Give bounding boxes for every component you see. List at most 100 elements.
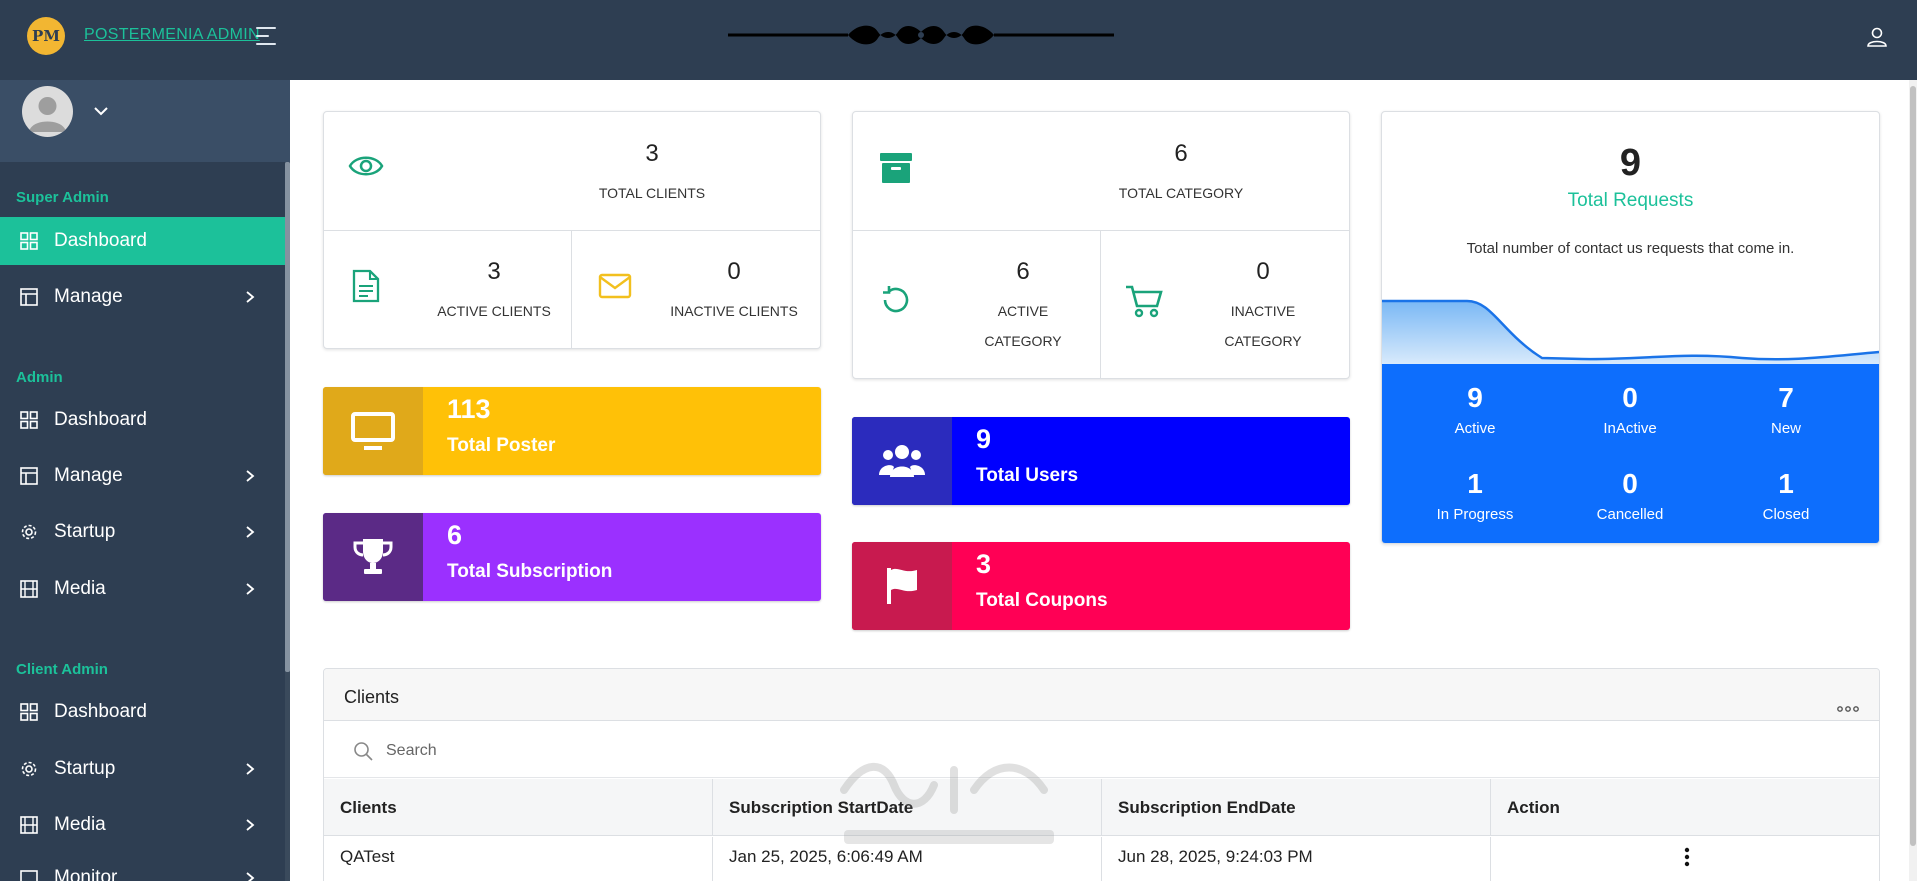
stat-active: 9 Active <box>1395 382 1555 437</box>
menu-toggle-icon[interactable] <box>256 26 280 46</box>
chevron-right-icon <box>246 291 255 303</box>
table-row: QATest Jan 25, 2025, 6:06:49 AM Jun 28, … <box>324 837 1879 881</box>
sidebar-item-client-media[interactable]: Media <box>0 801 285 849</box>
inactive-clients-label: INACTIVE CLIENTS <box>670 303 798 319</box>
sidebar-item-admin-startup[interactable]: Startup <box>0 508 285 556</box>
stat-label: Cancelled <box>1596 506 1664 523</box>
flag-icon <box>887 568 917 604</box>
total-clients-label: TOTAL CLIENTS <box>598 185 706 201</box>
sidebar-item-label: Monitor <box>54 867 118 881</box>
active-category-label-line1: ACTIVE <box>997 303 1049 319</box>
avatar[interactable] <box>22 86 73 137</box>
brand-logo[interactable]: PM <box>27 17 65 55</box>
stat-label: Active <box>1454 420 1496 437</box>
tile-icon-box <box>323 513 423 601</box>
sidebar-item-label: Dashboard <box>54 230 147 251</box>
stat-in-progress: 1 In Progress <box>1395 468 1555 523</box>
active-category-value: 6 <box>1016 258 1030 285</box>
gear-icon <box>21 761 37 777</box>
chevron-right-icon <box>246 763 255 775</box>
user-account-icon[interactable] <box>1865 25 1889 49</box>
stat-value: 7 <box>1778 382 1794 413</box>
brand-link[interactable]: POSTERMENIA ADMIN <box>84 26 260 44</box>
tile-icon-box <box>852 542 952 630</box>
total-category-label: TOTAL CATEGORY <box>1118 185 1244 201</box>
sidebar-item-super-manage[interactable]: Manage <box>0 273 285 321</box>
sidebar-item-client-monitor[interactable]: Monitor <box>0 854 285 881</box>
document-icon <box>352 269 380 303</box>
grid-icon <box>20 703 38 721</box>
main-scrollbar-thumb[interactable] <box>1910 86 1916 846</box>
total-subscription-value: 6 <box>447 520 463 550</box>
stat-label: In Progress <box>1436 506 1514 523</box>
chevron-right-icon <box>246 872 255 881</box>
sidebar-item-label: Manage <box>54 286 123 307</box>
clients-table-title: Clients <box>344 687 400 707</box>
refresh-icon <box>883 286 909 313</box>
sidebar: Super Admin Dashboard Manage Admin Dashb… <box>0 80 290 881</box>
clients-table-head: Clients Subscription StartDate Subscript… <box>324 779 1879 836</box>
total-subscription-tile[interactable]: 6 Total Subscription <box>323 513 821 601</box>
tile-icon-box <box>323 387 423 475</box>
section-title-admin: Admin <box>16 369 63 386</box>
monitor-icon <box>20 870 38 881</box>
stat-inactive: 0 InActive <box>1550 382 1710 437</box>
sidebar-item-admin-media[interactable]: Media <box>0 565 285 613</box>
active-clients-value: 3 <box>487 258 501 285</box>
film-icon <box>20 816 38 834</box>
sidebar-item-admin-dashboard[interactable]: Dashboard <box>0 396 285 444</box>
requests-sparkline <box>1382 299 1879 374</box>
sidebar-item-super-dashboard[interactable]: Dashboard <box>0 217 285 265</box>
total-users-tile[interactable]: 9 Total Users <box>852 417 1350 505</box>
requests-panel: 9 Total Requests Total number of contact… <box>1381 111 1880 544</box>
inactive-category-label-line1: INACTIVE <box>1230 303 1296 319</box>
cell-start-date: Jan 25, 2025, 6:06:49 AM <box>713 837 1102 881</box>
main-scrollbar[interactable] <box>1909 80 1917 881</box>
stat-value: 1 <box>1467 468 1483 499</box>
clients-table-card: Clients Clients Subscription StartDate S… <box>323 668 1880 881</box>
clients-search-row <box>324 722 1879 778</box>
stat-value: 0 <box>1622 382 1638 413</box>
column-header-action[interactable]: Action <box>1491 779 1879 836</box>
envelope-icon <box>598 273 632 299</box>
total-coupons-tile[interactable]: 3 Total Coupons <box>852 542 1350 630</box>
trophy-icon <box>353 539 393 574</box>
sidebar-item-label: Dashboard <box>54 701 147 722</box>
chevron-down-icon[interactable] <box>92 102 110 120</box>
column-header-clients[interactable]: Clients <box>324 779 713 836</box>
sidebar-item-admin-manage[interactable]: Manage <box>0 452 285 500</box>
chevron-right-icon <box>246 583 255 595</box>
total-users-value: 9 <box>976 424 992 454</box>
active-category-label-line2: CATEGORY <box>984 333 1062 349</box>
cell-end-date: Jun 28, 2025, 9:24:03 PM <box>1102 837 1491 881</box>
cell-client: QATest <box>324 837 713 881</box>
column-header-start-date[interactable]: Subscription StartDate <box>713 779 1102 836</box>
sidebar-item-label: Dashboard <box>54 409 147 430</box>
stat-label: InActive <box>1603 420 1657 437</box>
total-coupons-label: Total Coupons <box>976 590 1108 611</box>
tile-icon-box <box>852 417 952 505</box>
sidebar-item-label: Media <box>54 578 106 599</box>
sidebar-item-client-startup[interactable]: Startup <box>0 745 285 793</box>
sidebar-item-client-dashboard[interactable]: Dashboard <box>0 688 285 736</box>
more-options-icon[interactable] <box>1837 706 1859 712</box>
clients-search-input[interactable] <box>386 736 986 766</box>
stat-closed: 1 Closed <box>1706 468 1866 523</box>
chevron-right-icon <box>246 470 255 482</box>
section-title-client-admin: Client Admin <box>16 661 108 678</box>
stat-label: Closed <box>1762 506 1810 523</box>
total-clients-value: 3 <box>645 140 659 167</box>
eye-icon <box>348 156 384 176</box>
category-stats-card: 6 TOTAL CATEGORY 6 ACTIVE CATEGORY 0 INA… <box>852 111 1350 379</box>
row-actions-kebab-icon[interactable] <box>1684 847 1690 867</box>
total-requests-value: 9 <box>1619 142 1642 184</box>
sidebar-item-label: Startup <box>54 521 116 542</box>
active-clients-label: ACTIVE CLIENTS <box>437 303 551 319</box>
total-poster-tile[interactable]: 113 Total Poster <box>323 387 821 475</box>
shopping-cart-icon <box>1126 285 1163 318</box>
sidebar-item-label: Startup <box>54 758 116 779</box>
inactive-category-value: 0 <box>1256 258 1270 285</box>
clients-stats-card: 3 TOTAL CLIENTS 3 ACTIVE CLIENTS 0 INACT… <box>323 111 821 349</box>
column-header-end-date[interactable]: Subscription EndDate <box>1102 779 1491 836</box>
logo-text: PM <box>32 27 60 45</box>
